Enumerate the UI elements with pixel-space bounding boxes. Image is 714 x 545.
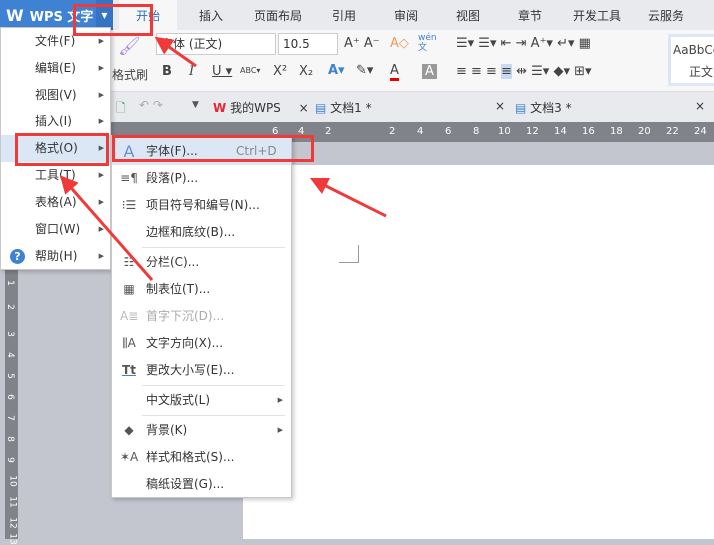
arrow-to-home-tab [154, 36, 197, 68]
arrow-to-format-menu [60, 175, 154, 281]
arrow-to-font-item [309, 177, 387, 218]
annotation-arrows [60, 36, 387, 281]
